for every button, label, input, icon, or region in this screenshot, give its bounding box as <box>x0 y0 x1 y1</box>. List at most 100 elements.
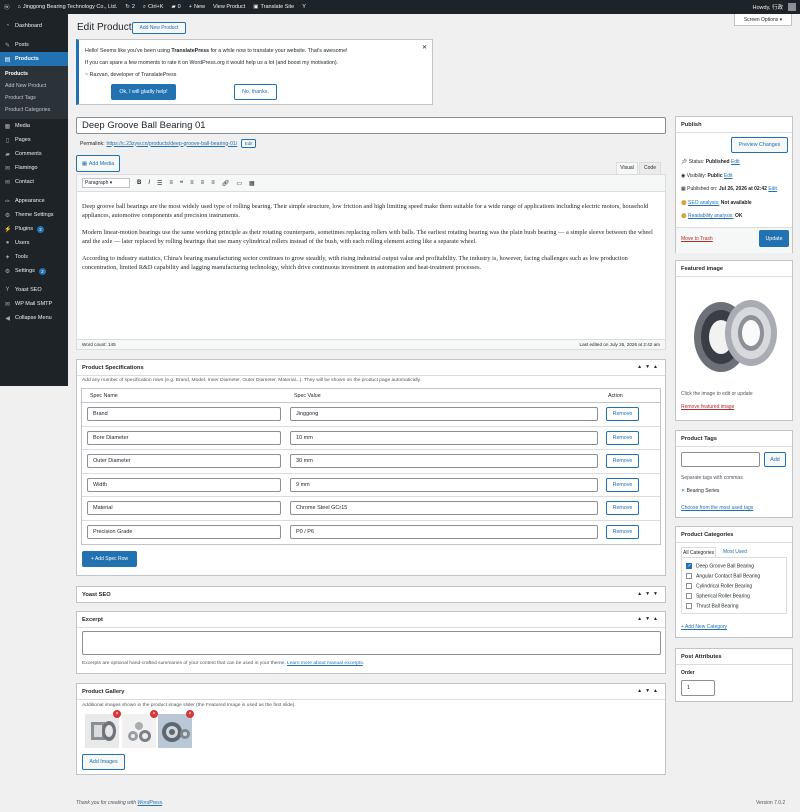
category-item[interactable]: Cylindrical Roller Bearing <box>686 583 786 593</box>
permalink-link[interactable]: https://c.23zyw.cn/products/deep-groove-… <box>107 141 238 147</box>
box-controls-icon[interactable]: ▲▼▲ <box>637 616 661 622</box>
submenu-product-tags[interactable]: Product Tags <box>0 92 68 104</box>
collapse-menu[interactable]: ◀ Collapse Menu <box>0 311 68 325</box>
remove-image-icon[interactable]: × <box>150 710 158 718</box>
notice-rate-button[interactable]: Ok, I will gladly help! <box>111 84 176 100</box>
align-left-icon[interactable]: ≡ <box>190 180 194 186</box>
spec-name-input[interactable]: Width <box>87 477 281 492</box>
translate-site-link[interactable]: ▣ Translate Site <box>249 0 298 14</box>
tab-most-used[interactable]: Most Used <box>723 549 747 555</box>
excerpt-textarea[interactable] <box>82 631 661 655</box>
spec-name-input[interactable]: Material <box>87 501 281 515</box>
menu-plugins[interactable]: ⚡ Plugins 2 <box>0 222 68 236</box>
menu-appearance[interactable]: ✑ Appearance <box>0 194 68 208</box>
add-media-button[interactable]: ▦ Add Media <box>76 155 120 172</box>
menu-theme-settings[interactable]: ⚙ Theme Settings <box>0 208 68 222</box>
remove-image-icon[interactable]: × <box>113 710 121 718</box>
new-content-link[interactable]: + New <box>185 0 209 14</box>
visibility-edit-link[interactable]: Edit <box>724 173 733 179</box>
spec-name-input[interactable]: Precision Grade <box>87 524 281 539</box>
category-item[interactable]: Deep Groove Ball Bearing <box>686 563 786 573</box>
tags-box-header[interactable]: Product Tags <box>676 431 792 447</box>
menu-users[interactable]: ● Users <box>0 236 68 250</box>
menu-yoast[interactable]: Y Yoast SEO <box>0 283 68 297</box>
bullet-list-icon[interactable]: ☰ <box>157 180 162 187</box>
submenu-add-new-product[interactable]: Add New Product <box>0 80 68 92</box>
spec-value-input[interactable]: 30 mm <box>290 454 598 468</box>
menu-dashboard[interactable]: ◔ Dashboard <box>0 19 68 33</box>
category-item[interactable]: Spherical Roller Bearing <box>686 593 786 603</box>
quote-icon[interactable]: ❝ <box>180 180 183 187</box>
specs-box-header[interactable]: Product Specifications ▲▼▲ <box>77 360 665 376</box>
menu-pages[interactable]: ▯ Pages <box>0 133 68 147</box>
remove-spec-button[interactable]: Remove <box>606 454 639 468</box>
menu-contact[interactable]: ✉ Contact <box>0 175 68 189</box>
update-button[interactable]: Update <box>759 230 789 247</box>
editor-content[interactable]: Deep groove ball bearings are the most w… <box>77 192 665 273</box>
add-new-category-link[interactable]: + Add New Category <box>681 624 727 630</box>
add-new-product-button[interactable]: Add New Product <box>132 22 186 34</box>
category-item[interactable]: Thrust Ball Bearing <box>686 603 786 613</box>
read-more-icon[interactable]: ▭ <box>236 180 242 187</box>
wordpress-link[interactable]: WordPress <box>137 800 162 806</box>
comments-link[interactable]: ▰ 0 <box>167 0 184 14</box>
align-right-icon[interactable]: ≡ <box>211 180 215 186</box>
excerpt-box-header[interactable]: Excerpt ▲▼▲ <box>77 612 665 628</box>
menu-products[interactable]: ▤ Products <box>0 52 68 66</box>
date-edit-link[interactable]: Edit <box>768 186 777 192</box>
menu-flamingo[interactable]: ✉ Flamingo <box>0 161 68 175</box>
bold-icon[interactable]: B <box>137 180 141 186</box>
format-select[interactable]: Paragraph ▾ <box>82 178 130 188</box>
remove-spec-button[interactable]: Remove <box>606 407 639 421</box>
add-spec-row-button[interactable]: + Add Spec Row <box>82 551 137 567</box>
order-input[interactable]: 1 <box>681 680 715 696</box>
featured-image[interactable] <box>681 281 787 387</box>
toolbar-toggle-icon[interactable]: ▦ <box>249 180 255 187</box>
site-name-link[interactable]: ⌂ Jinggong Bearing Technology Co., Ltd. <box>14 0 122 14</box>
remove-tag-icon[interactable]: ✕ <box>681 488 685 494</box>
spec-value-input[interactable]: 10 mm <box>290 430 598 445</box>
spec-name-input[interactable]: Bore Diameter <box>87 430 281 445</box>
post-title-input[interactable]: Deep Groove Ball Bearing 01 <box>76 117 666 134</box>
view-product-link[interactable]: View Product <box>209 0 249 14</box>
category-checkbox[interactable] <box>686 593 692 599</box>
spec-name-input[interactable]: Brand <box>87 407 281 421</box>
category-checkbox[interactable] <box>686 573 692 579</box>
box-controls-icon[interactable]: ▲▼▼ <box>637 591 661 597</box>
close-icon[interactable]: ✕ <box>422 44 427 51</box>
tab-visual[interactable]: Visual <box>616 162 638 174</box>
remove-featured-image-link[interactable]: Remove featured image <box>681 404 734 410</box>
gallery-box-header[interactable]: Product Gallery ▲▼▲ <box>77 684 665 700</box>
categories-box-header[interactable]: Product Categories <box>676 527 792 543</box>
spec-value-input[interactable]: Chrome Steel GCr15 <box>290 501 598 515</box>
remove-spec-button[interactable]: Remove <box>606 524 639 539</box>
align-center-icon[interactable]: ≡ <box>201 180 205 186</box>
remove-image-icon[interactable]: × <box>186 710 194 718</box>
link-icon[interactable]: 🔗︎ <box>222 180 230 187</box>
category-checkbox[interactable] <box>686 563 692 569</box>
preview-changes-button[interactable]: Preview Changes <box>731 137 788 153</box>
submenu-product-categories[interactable]: Product Categories <box>0 104 68 116</box>
publish-box-header[interactable]: Publish <box>676 117 792 133</box>
menu-posts[interactable]: ✎ Posts <box>0 38 68 52</box>
remove-spec-button[interactable]: Remove <box>606 477 639 492</box>
menu-tools[interactable]: ✦ Tools <box>0 250 68 264</box>
numbered-list-icon[interactable]: ≡ <box>169 180 173 186</box>
seo-analysis-link[interactable]: SEO analysis: <box>688 200 719 206</box>
submenu-products[interactable]: Products <box>0 68 68 80</box>
excerpt-learn-more-link[interactable]: Learn more about manual excerpts <box>287 661 363 666</box>
wp-logo-icon[interactable]: ⓦ <box>0 0 14 14</box>
gallery-thumbnail[interactable] <box>158 714 192 748</box>
permalink-edit-button[interactable]: Edit <box>241 139 257 148</box>
screen-options-button[interactable]: Screen Options ▾ <box>734 14 792 26</box>
notice-dismiss-button[interactable]: No, thanks. <box>234 84 277 100</box>
spec-value-input[interactable]: Jinggong <box>290 407 598 421</box>
gallery-thumbnail[interactable] <box>85 714 119 748</box>
remove-spec-button[interactable]: Remove <box>606 501 639 515</box>
remove-spec-button[interactable]: Remove <box>606 430 639 445</box>
status-edit-link[interactable]: Edit <box>731 159 740 165</box>
category-item[interactable]: Angular Contact Ball Bearing <box>686 573 786 583</box>
gallery-thumbnail[interactable] <box>122 714 156 748</box>
add-tag-button[interactable]: Add <box>764 452 786 467</box>
category-checkbox[interactable] <box>686 583 692 589</box>
